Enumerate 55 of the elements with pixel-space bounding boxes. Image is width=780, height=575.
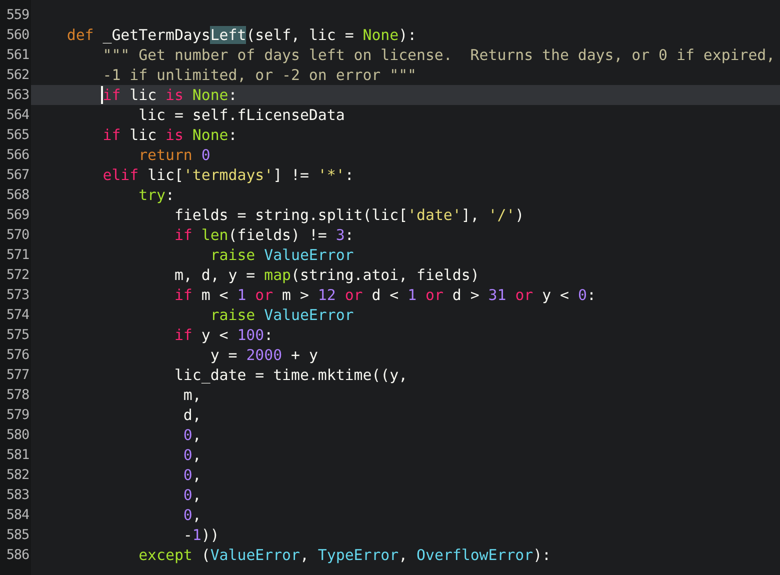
line-number: 559 bbox=[5, 6, 30, 25]
line-number: 577 bbox=[5, 366, 30, 385]
line-number: 574 bbox=[5, 306, 30, 325]
code-line: if y < 100: bbox=[173, 325, 274, 345]
line-number: 579 bbox=[5, 406, 30, 425]
code-line: raise ValueError bbox=[209, 245, 355, 265]
code-line: if lic is None: bbox=[102, 125, 238, 145]
line-number: 566 bbox=[5, 146, 30, 165]
code-line: lic_date = time.mktime((y, bbox=[173, 365, 409, 385]
line-number: 560 bbox=[5, 26, 30, 45]
code-line: def _GetTermDays Left(self, lic = None): bbox=[66, 25, 418, 45]
code-line: d, bbox=[182, 405, 202, 425]
line-number: 565 bbox=[5, 126, 30, 145]
code-line: 0, bbox=[182, 465, 202, 485]
code-editor[interactable] bbox=[0, 0, 780, 575]
code-line: except (ValueError, TypeError, OverflowError): bbox=[138, 545, 552, 565]
code-line: m, d, y = map(string.atoi, fields) bbox=[173, 265, 480, 285]
code-line: -1)) bbox=[182, 525, 220, 545]
line-number: 562 bbox=[5, 66, 30, 85]
line-number: 582 bbox=[5, 466, 30, 485]
code-line: if len(fields) != 3: bbox=[173, 225, 355, 245]
line-number: 576 bbox=[5, 346, 30, 365]
code-line: """ Get number of days left on license. Returns the days, or 0 if expired, bbox=[102, 45, 776, 65]
code-line: fields = string.split(lic['date'], '/') bbox=[173, 205, 526, 225]
code-line: 0, bbox=[182, 445, 202, 465]
line-number: 586 bbox=[5, 546, 30, 565]
code-line: y = 2000 + y bbox=[209, 345, 319, 365]
line-number: 575 bbox=[5, 326, 30, 345]
line-number: 561 bbox=[5, 46, 30, 65]
line-number: 573 bbox=[5, 286, 30, 305]
code-line: -1 if unlimited, or -2 on error """ bbox=[102, 65, 418, 85]
line-number: 583 bbox=[5, 486, 30, 505]
code-line: 0, bbox=[182, 505, 202, 525]
line-number: 585 bbox=[5, 526, 30, 545]
code-line: elif lic['termdays'] != '*': bbox=[102, 165, 355, 185]
line-number: 568 bbox=[5, 186, 30, 205]
line-number: 570 bbox=[5, 226, 30, 245]
code-line: 0, bbox=[182, 425, 202, 445]
line-number: 578 bbox=[5, 386, 30, 405]
line-number: 564 bbox=[5, 106, 30, 125]
line-number: 572 bbox=[5, 266, 30, 285]
line-number: 584 bbox=[5, 506, 30, 525]
code-line: lic = self.fLicenseData bbox=[138, 105, 346, 125]
code-line: m, bbox=[182, 385, 202, 405]
code-line: if m < 1 or m > 12 or d < 1 or d > 31 or y < 0: bbox=[173, 285, 597, 305]
code-line: 0, bbox=[182, 485, 202, 505]
line-number: 571 bbox=[5, 246, 30, 265]
line-number: 569 bbox=[5, 206, 30, 225]
line-number: 563 bbox=[5, 86, 30, 105]
code-line: try: bbox=[138, 185, 176, 205]
code-line: raise ValueError bbox=[209, 305, 355, 325]
line-number: 580 bbox=[5, 426, 30, 445]
line-number: 581 bbox=[5, 446, 30, 465]
line-number: 567 bbox=[5, 166, 30, 185]
code-line: return 0 bbox=[138, 145, 212, 165]
